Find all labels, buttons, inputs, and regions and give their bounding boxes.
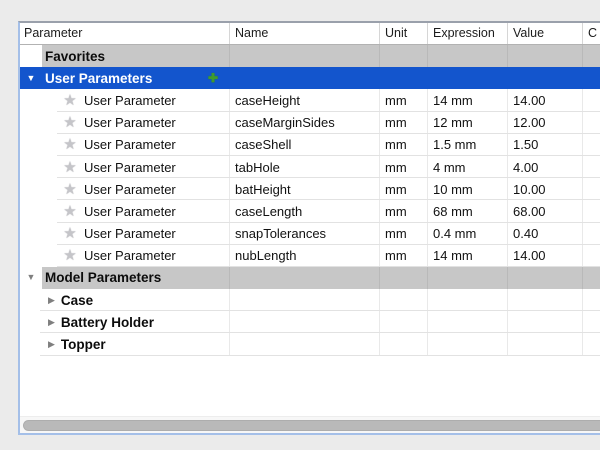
model-group-label: Battery Holder (61, 315, 154, 330)
param-name-cell[interactable]: snapTolerances (230, 223, 380, 245)
param-unit-cell: mm (380, 245, 428, 267)
param-expression-cell[interactable]: 0.4 mm (428, 223, 508, 245)
param-comments-cell[interactable] (583, 89, 600, 111)
param-row-caseShell[interactable]: ★ User Parameter caseShell mm 1.5 mm 1.5… (20, 134, 600, 156)
param-type-label: User Parameter (84, 248, 176, 263)
chevron-right-icon[interactable]: ▶ (48, 318, 55, 327)
param-type-label: User Parameter (84, 182, 176, 197)
chevron-right-icon[interactable]: ▶ (48, 340, 55, 349)
param-unit-cell: mm (380, 200, 428, 222)
favorites-group-label: Favorites (42, 49, 105, 64)
param-comments-cell[interactable] (583, 134, 600, 156)
param-comments-cell[interactable] (583, 156, 600, 178)
param-type-label: User Parameter (84, 226, 176, 241)
param-comments-cell[interactable] (583, 223, 600, 245)
group-row-model-parameters[interactable]: ▼ Model Parameters (20, 267, 600, 289)
param-type-label: User Parameter (84, 137, 176, 152)
model-parameters-expander[interactable]: ▼ (20, 267, 42, 289)
param-unit-cell: mm (380, 134, 428, 156)
param-name-cell[interactable]: caseHeight (230, 89, 380, 111)
parameters-table: Parameter Name Unit Expression Value C F… (18, 21, 600, 435)
param-name-cell[interactable]: nubLength (230, 245, 380, 267)
param-expression-cell[interactable]: 68 mm (428, 200, 508, 222)
param-expression-cell[interactable]: 14 mm (428, 245, 508, 267)
favorite-star-icon[interactable]: ★ (62, 204, 78, 219)
user-parameters-expander[interactable]: ▼ (20, 67, 42, 89)
param-expression-cell[interactable]: 12 mm (428, 112, 508, 134)
column-header-comments[interactable]: C (583, 23, 600, 44)
model-group-row-case[interactable]: ▶ Case (20, 289, 600, 311)
favorite-star-icon[interactable]: ★ (62, 93, 78, 108)
param-row-caseLength[interactable]: ★ User Parameter caseLength mm 68 mm 68.… (20, 200, 600, 222)
param-expression-cell[interactable]: 10 mm (428, 178, 508, 200)
param-type-label: User Parameter (84, 204, 176, 219)
favorites-expander-gutter (20, 45, 42, 67)
param-value-cell: 4.00 (508, 156, 583, 178)
param-value-cell: 12.00 (508, 112, 583, 134)
param-type-label: User Parameter (84, 160, 176, 175)
favorite-star-icon[interactable]: ★ (62, 248, 78, 263)
group-row-favorites[interactable]: Favorites (20, 45, 600, 67)
model-group-row-topper[interactable]: ▶ Topper (20, 333, 600, 355)
param-unit-cell: mm (380, 156, 428, 178)
model-group-label: Topper (61, 337, 106, 352)
column-header-unit[interactable]: Unit (380, 23, 428, 44)
param-type-label: User Parameter (84, 93, 176, 108)
column-header-expression[interactable]: Expression (428, 23, 508, 44)
column-header-value[interactable]: Value (508, 23, 583, 44)
chevron-right-icon[interactable]: ▶ (48, 296, 55, 305)
chevron-down-icon: ▼ (27, 74, 36, 83)
add-user-parameter-button[interactable]: ✚ (208, 72, 218, 84)
model-parameters-group-label: Model Parameters (42, 270, 161, 285)
row-separator (40, 355, 600, 356)
param-row-batHeight[interactable]: ★ User Parameter batHeight mm 10 mm 10.0… (20, 178, 600, 200)
favorites-group-bar: Favorites (42, 45, 600, 67)
param-unit-cell: mm (380, 89, 428, 111)
favorite-star-icon[interactable]: ★ (62, 182, 78, 197)
param-row-nubLength[interactable]: ★ User Parameter nubLength mm 14 mm 14.0… (20, 245, 600, 267)
param-name-cell[interactable]: tabHole (230, 156, 380, 178)
favorite-star-icon[interactable]: ★ (62, 137, 78, 152)
parameters-dialog: Parameter Name Unit Expression Value C F… (0, 0, 600, 450)
param-row-snapTolerances[interactable]: ★ User Parameter snapTolerances mm 0.4 m… (20, 223, 600, 245)
param-value-cell: 0.40 (508, 223, 583, 245)
param-name-cell[interactable]: caseMarginSides (230, 112, 380, 134)
horizontal-scrollbar[interactable] (20, 416, 600, 433)
param-name-cell[interactable]: caseShell (230, 134, 380, 156)
param-value-cell: 1.50 (508, 134, 583, 156)
param-value-cell: 14.00 (508, 89, 583, 111)
param-value-cell: 10.00 (508, 178, 583, 200)
param-comments-cell[interactable] (583, 200, 600, 222)
param-name-cell[interactable]: caseLength (230, 200, 380, 222)
param-value-cell: 68.00 (508, 200, 583, 222)
param-unit-cell: mm (380, 178, 428, 200)
param-type-label: User Parameter (84, 115, 176, 130)
param-unit-cell: mm (380, 112, 428, 134)
param-name-cell[interactable]: batHeight (230, 178, 380, 200)
param-comments-cell[interactable] (583, 112, 600, 134)
param-row-caseMarginSides[interactable]: ★ User Parameter caseMarginSides mm 12 m… (20, 112, 600, 134)
param-expression-cell[interactable]: 4 mm (428, 156, 508, 178)
param-unit-cell: mm (380, 223, 428, 245)
horizontal-scrollbar-thumb[interactable] (23, 420, 600, 431)
model-parameters-group-bar: Model Parameters (42, 267, 600, 289)
param-expression-cell[interactable]: 14 mm (428, 89, 508, 111)
param-row-tabHole[interactable]: ★ User Parameter tabHole mm 4 mm 4.00 (20, 156, 600, 178)
model-group-row-battery-holder[interactable]: ▶ Battery Holder (20, 311, 600, 333)
column-header-parameter[interactable]: Parameter (20, 23, 230, 44)
chevron-down-icon: ▼ (27, 273, 36, 282)
table-header: Parameter Name Unit Expression Value C (20, 23, 600, 45)
favorite-star-icon[interactable]: ★ (62, 115, 78, 130)
favorite-star-icon[interactable]: ★ (62, 160, 78, 175)
column-header-name[interactable]: Name (230, 23, 380, 44)
favorite-star-icon[interactable]: ★ (62, 226, 78, 241)
user-parameters-group-label: User Parameters (42, 71, 152, 86)
param-row-caseHeight[interactable]: ★ User Parameter caseHeight mm 14 mm 14.… (20, 89, 600, 111)
param-value-cell: 14.00 (508, 245, 583, 267)
group-row-user-parameters[interactable]: ▼ User Parameters ✚ (20, 67, 600, 89)
param-comments-cell[interactable] (583, 178, 600, 200)
model-group-label: Case (61, 293, 93, 308)
param-expression-cell[interactable]: 1.5 mm (428, 134, 508, 156)
param-comments-cell[interactable] (583, 245, 600, 267)
